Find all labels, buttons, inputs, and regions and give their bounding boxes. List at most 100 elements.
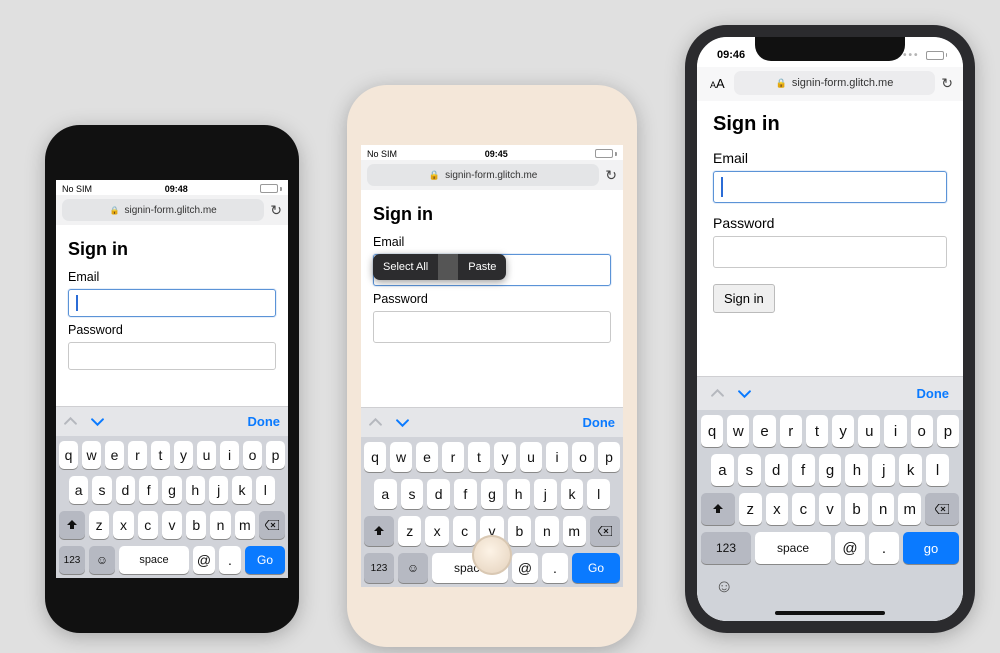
- key-z[interactable]: z: [398, 516, 421, 546]
- key-shift[interactable]: [364, 516, 394, 546]
- password-field[interactable]: [713, 236, 947, 268]
- key-x[interactable]: x: [113, 511, 133, 539]
- key-q[interactable]: q: [364, 442, 386, 472]
- key-h[interactable]: h: [186, 476, 205, 504]
- key-e[interactable]: e: [105, 441, 124, 469]
- key-n[interactable]: n: [210, 511, 230, 539]
- key-go[interactable]: go: [903, 532, 959, 564]
- key-dot[interactable]: .: [869, 532, 899, 564]
- key-r[interactable]: r: [442, 442, 464, 472]
- key-n[interactable]: n: [535, 516, 558, 546]
- key-a[interactable]: a: [69, 476, 88, 504]
- signin-button[interactable]: Sign in: [713, 284, 775, 313]
- key-v[interactable]: v: [819, 493, 842, 525]
- chevron-down-icon[interactable]: [738, 387, 751, 400]
- key-emoji[interactable]: ☺: [89, 546, 115, 574]
- key-x[interactable]: x: [766, 493, 789, 525]
- key-o[interactable]: o: [572, 442, 594, 472]
- key-w[interactable]: w: [390, 442, 412, 472]
- refresh-icon[interactable]: ↻: [941, 75, 953, 92]
- refresh-icon[interactable]: ↻: [605, 167, 617, 184]
- key-shift[interactable]: [59, 511, 85, 539]
- password-field[interactable]: [373, 311, 611, 343]
- key-i[interactable]: i: [220, 441, 239, 469]
- key-u[interactable]: u: [520, 442, 542, 472]
- key-o[interactable]: o: [911, 415, 933, 447]
- home-button[interactable]: [472, 535, 512, 575]
- key-backspace[interactable]: [259, 511, 285, 539]
- key-c[interactable]: c: [792, 493, 815, 525]
- key-s[interactable]: s: [401, 479, 424, 509]
- key-m[interactable]: m: [563, 516, 586, 546]
- address-box[interactable]: 🔒 signin-form.glitch.me: [367, 164, 599, 186]
- key-123[interactable]: 123: [364, 553, 394, 583]
- key-a[interactable]: a: [374, 479, 397, 509]
- key-w[interactable]: w: [82, 441, 101, 469]
- key-y[interactable]: y: [174, 441, 193, 469]
- key-j[interactable]: j: [209, 476, 228, 504]
- paste-button[interactable]: Paste: [458, 254, 506, 280]
- key-l[interactable]: l: [256, 476, 275, 504]
- key-w[interactable]: w: [727, 415, 749, 447]
- key-m[interactable]: m: [898, 493, 921, 525]
- key-backspace[interactable]: [925, 493, 959, 525]
- key-f[interactable]: f: [792, 454, 815, 486]
- key-u[interactable]: u: [858, 415, 880, 447]
- key-b[interactable]: b: [845, 493, 868, 525]
- key-space[interactable]: space: [119, 546, 189, 574]
- key-v[interactable]: v: [162, 511, 182, 539]
- key-backspace[interactable]: [590, 516, 620, 546]
- key-k[interactable]: k: [232, 476, 251, 504]
- key-h[interactable]: h: [845, 454, 868, 486]
- key-s[interactable]: s: [92, 476, 111, 504]
- chevron-down-icon[interactable]: [396, 416, 409, 429]
- key-i[interactable]: i: [546, 442, 568, 472]
- key-j[interactable]: j: [534, 479, 557, 509]
- reader-aa-button[interactable]: AA: [707, 76, 728, 91]
- key-j[interactable]: j: [872, 454, 895, 486]
- password-field[interactable]: [68, 342, 276, 370]
- key-r[interactable]: r: [780, 415, 802, 447]
- key-123[interactable]: 123: [59, 546, 85, 574]
- key-e[interactable]: e: [753, 415, 775, 447]
- key-t[interactable]: t: [806, 415, 828, 447]
- done-button[interactable]: Done: [917, 386, 950, 401]
- key-emoji[interactable]: ☺: [715, 576, 733, 597]
- email-field[interactable]: [68, 289, 276, 317]
- key-t[interactable]: t: [468, 442, 490, 472]
- key-123[interactable]: 123: [701, 532, 751, 564]
- key-x[interactable]: x: [425, 516, 448, 546]
- key-d[interactable]: d: [116, 476, 135, 504]
- key-y[interactable]: y: [494, 442, 516, 472]
- key-c[interactable]: c: [453, 516, 476, 546]
- refresh-icon[interactable]: ↻: [270, 202, 282, 219]
- key-t[interactable]: t: [151, 441, 170, 469]
- key-space[interactable]: space: [755, 532, 831, 564]
- key-y[interactable]: y: [832, 415, 854, 447]
- key-f[interactable]: f: [454, 479, 477, 509]
- done-button[interactable]: Done: [248, 414, 281, 429]
- key-k[interactable]: k: [561, 479, 584, 509]
- key-at[interactable]: @: [512, 553, 538, 583]
- chevron-down-icon[interactable]: [91, 415, 104, 428]
- key-z[interactable]: z: [739, 493, 762, 525]
- key-a[interactable]: a: [711, 454, 734, 486]
- key-go[interactable]: Go: [245, 546, 285, 574]
- key-g[interactable]: g: [481, 479, 504, 509]
- chevron-up-icon[interactable]: [369, 416, 382, 429]
- key-l[interactable]: l: [926, 454, 949, 486]
- address-box[interactable]: 🔒 signin-form.glitch.me: [62, 199, 264, 221]
- key-u[interactable]: u: [197, 441, 216, 469]
- done-button[interactable]: Done: [583, 415, 616, 430]
- key-r[interactable]: r: [128, 441, 147, 469]
- key-p[interactable]: p: [598, 442, 620, 472]
- key-emoji[interactable]: ☺: [398, 553, 428, 583]
- key-k[interactable]: k: [899, 454, 922, 486]
- key-q[interactable]: q: [59, 441, 78, 469]
- key-o[interactable]: o: [243, 441, 262, 469]
- key-dot[interactable]: .: [219, 546, 241, 574]
- key-z[interactable]: z: [89, 511, 109, 539]
- key-l[interactable]: l: [587, 479, 610, 509]
- key-c[interactable]: c: [138, 511, 158, 539]
- key-d[interactable]: d: [765, 454, 788, 486]
